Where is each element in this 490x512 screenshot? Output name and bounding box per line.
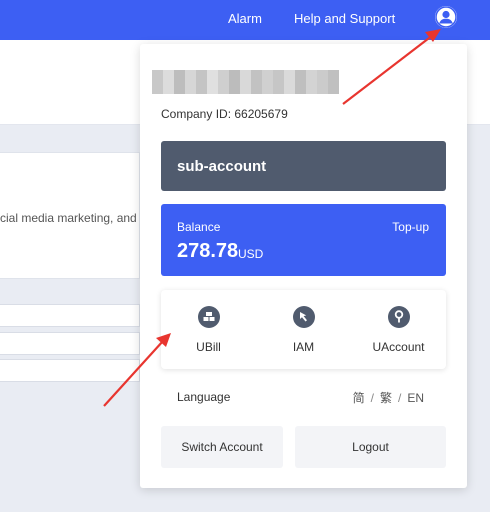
annotation-arrow-line <box>103 340 164 407</box>
annotation-arrows <box>103 29 441 407</box>
annotation-arrow-line <box>342 34 434 105</box>
